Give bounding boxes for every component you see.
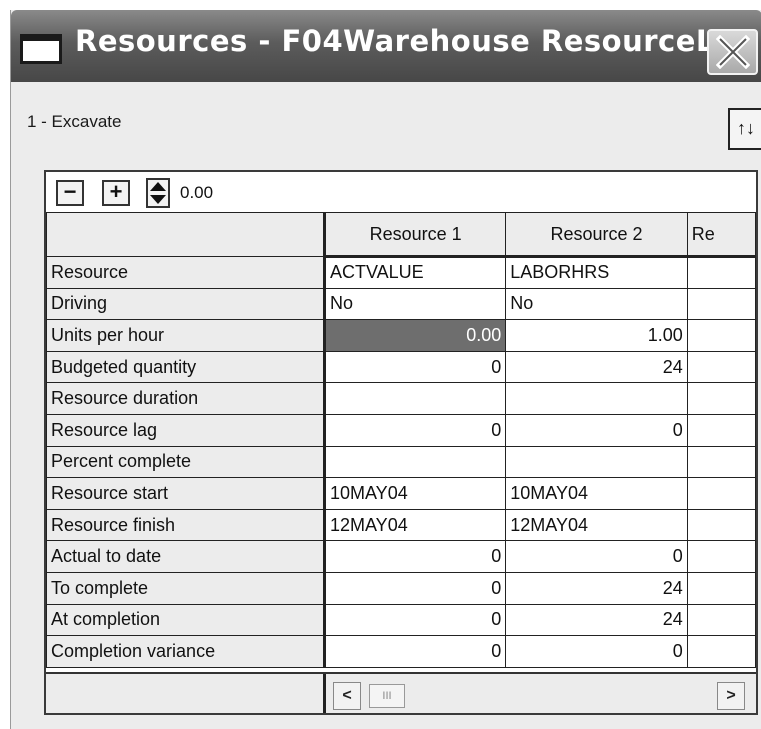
cell-resource-3[interactable] [686, 350, 756, 384]
scroll-right-button[interactable]: > [717, 682, 745, 710]
table-row: Resource ACTVALUE LABORHRS [46, 256, 756, 289]
cell-resource-3[interactable] [686, 287, 756, 321]
minus-icon: − [63, 179, 77, 204]
table-row: Resource duration [46, 382, 756, 415]
resources-window: Resources - F04Warehouse ResourceL ... 1… [10, 10, 761, 729]
scroll-right-icon: > [726, 687, 736, 704]
cell-resource-1[interactable]: 0 [323, 413, 507, 447]
cell-resource-2[interactable] [505, 445, 688, 479]
cell-resource-3[interactable] [686, 413, 756, 447]
scroll-left-button[interactable]: < [333, 682, 361, 710]
scroll-thumb-grip: III [382, 690, 392, 702]
minus-button[interactable]: − [56, 180, 84, 206]
cell-resource-2[interactable]: 12MAY04 [505, 508, 688, 542]
cell-resource-1[interactable]: 0.00 [323, 319, 507, 352]
cell-resource-3[interactable] [686, 603, 756, 637]
table-row: Completion variance 0 0 [46, 635, 756, 668]
title-bar[interactable]: Resources - F04Warehouse ResourceL ... [11, 10, 761, 82]
row-label: Resource finish [46, 508, 326, 542]
sort-icon: ↑↓ [737, 118, 755, 138]
cell-resource-1[interactable] [323, 382, 507, 415]
table-row: Resource lag 0 0 [46, 413, 756, 447]
resource-grid-panel: − + 0.00 Resource 1 Resource 2 Re Resour… [44, 170, 758, 715]
row-label: Resource lag [46, 413, 326, 447]
scroll-left-icon: < [342, 687, 352, 704]
row-label: Actual to date [46, 540, 326, 573]
horizontal-scrollbar[interactable]: < III > [329, 678, 756, 712]
window-title: Resources - F04Warehouse ResourceL ... [75, 24, 760, 58]
cell-resource-2[interactable]: 1.00 [505, 319, 688, 352]
cell-resource-3[interactable] [686, 508, 756, 542]
cell-resource-2[interactable]: 0 [505, 540, 688, 573]
cell-resource-1[interactable]: 12MAY04 [323, 508, 507, 542]
cell-resource-3[interactable] [686, 382, 756, 415]
cell-resource-3[interactable] [686, 571, 756, 605]
cell-resource-2[interactable]: 10MAY04 [505, 477, 688, 510]
table-row: To complete 0 24 [46, 571, 756, 605]
column-header-resource-1[interactable]: Resource 1 [323, 212, 507, 258]
cell-resource-1[interactable]: 0 [323, 350, 507, 384]
table-row: Driving No No [46, 287, 756, 321]
sort-button[interactable]: ↑↓ [728, 108, 761, 150]
cell-resource-1[interactable]: No [323, 287, 507, 321]
scroll-thumb[interactable]: III [369, 684, 405, 708]
window-icon [20, 34, 62, 64]
cell-resource-1[interactable]: ACTVALUE [323, 256, 507, 289]
value-field[interactable]: 0.00 [180, 183, 213, 203]
resource-grid: Resource 1 Resource 2 Re Resource ACTVALU… [46, 212, 756, 668]
spin-icon[interactable] [146, 178, 170, 208]
cell-resource-1[interactable]: 0 [323, 540, 507, 573]
cell-resource-1[interactable] [323, 445, 507, 479]
table-row: Budgeted quantity 0 24 [46, 350, 756, 384]
cell-resource-2[interactable]: 24 [505, 603, 688, 637]
table-row: Actual to date 0 0 [46, 540, 756, 573]
grid-footer: < III > [46, 672, 756, 713]
plus-icon: + [109, 179, 123, 204]
cell-resource-3[interactable] [686, 319, 756, 352]
resource-table: Resource 1 Resource 2 Re Resource ACTVALU… [46, 212, 756, 668]
row-label: To complete [46, 571, 326, 605]
cell-resource-1[interactable]: 10MAY04 [323, 477, 507, 510]
footer-corner [46, 674, 326, 713]
table-row: Units per hour 0.00 1.00 [46, 319, 756, 352]
grid-toolbar: − + 0.00 [46, 172, 756, 213]
table-row: At completion 0 24 [46, 603, 756, 637]
cell-resource-2[interactable] [505, 382, 688, 415]
row-label: Completion variance [46, 635, 326, 668]
close-button[interactable] [707, 29, 758, 75]
row-label: Units per hour [46, 319, 326, 352]
cell-resource-2[interactable]: LABORHRS [505, 256, 688, 289]
cell-resource-2[interactable]: 24 [505, 350, 688, 384]
row-label: Budgeted quantity [46, 350, 326, 384]
cell-resource-2[interactable]: 24 [505, 571, 688, 605]
row-label: Driving [46, 287, 326, 321]
table-row: Percent complete [46, 445, 756, 479]
row-label: At completion [46, 603, 326, 637]
row-label: Resource start [46, 477, 326, 510]
column-header-resource-3[interactable]: Re [686, 212, 756, 258]
row-label: Resource duration [46, 382, 326, 415]
table-row: Resource finish 12MAY04 12MAY04 [46, 508, 756, 542]
cell-resource-1[interactable]: 0 [323, 571, 507, 605]
cell-resource-3[interactable] [686, 540, 756, 573]
cell-resource-2[interactable]: 0 [505, 413, 688, 447]
cell-resource-2[interactable]: No [505, 287, 688, 321]
activity-label: 1 - Excavate [27, 112, 122, 131]
cell-resource-3[interactable] [686, 635, 756, 668]
table-row: Resource start 10MAY04 10MAY04 [46, 477, 756, 510]
plus-button[interactable]: + [102, 180, 130, 206]
column-header-resource-2[interactable]: Resource 2 [505, 212, 688, 258]
grid-corner [46, 212, 326, 257]
cell-resource-2[interactable]: 0 [505, 635, 688, 668]
cell-resource-3[interactable] [686, 445, 756, 479]
cell-resource-3[interactable] [686, 256, 756, 289]
cell-resource-1[interactable]: 0 [323, 635, 507, 668]
cell-resource-1[interactable]: 0 [323, 603, 507, 637]
row-label: Resource [46, 256, 326, 289]
row-label: Percent complete [46, 445, 326, 479]
cell-resource-3[interactable] [686, 477, 756, 510]
close-icon [716, 35, 750, 69]
